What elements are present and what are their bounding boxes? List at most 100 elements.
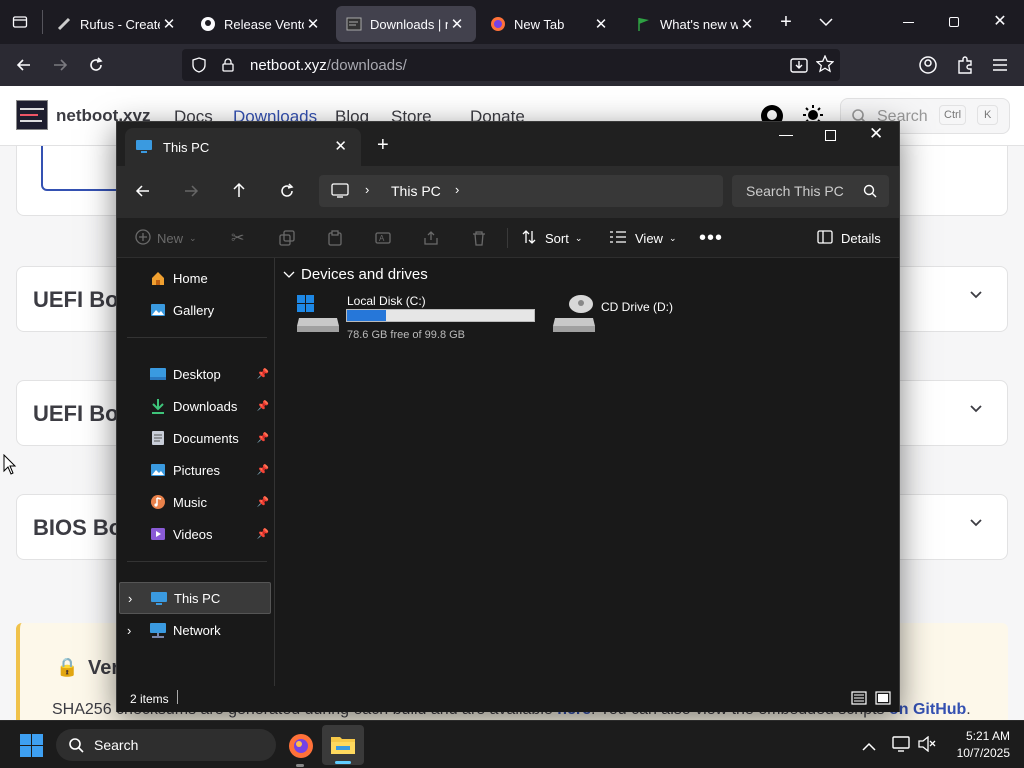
file-explorer-taskbar-icon[interactable] [322, 725, 364, 765]
sidebar-item-music[interactable]: Music 📌 [125, 486, 271, 518]
details-pane-icon [817, 229, 833, 247]
new-button[interactable]: New ⌄ [135, 218, 197, 258]
delete-icon[interactable] [471, 218, 487, 258]
sidebar-item-this-pc[interactable]: › This PC [119, 582, 271, 614]
browser-tab-bar: Rufus - Create b ✕ Release Ventoy ✕ Down… [0, 0, 1024, 44]
tab-list-icon[interactable] [6, 8, 34, 36]
minimize-icon[interactable] [779, 135, 793, 136]
firefox-taskbar-icon[interactable] [288, 733, 314, 764]
address-bar[interactable]: › This PC › [319, 175, 723, 207]
bookmark-star-icon[interactable] [815, 54, 835, 77]
shield-icon[interactable] [190, 57, 208, 73]
explorer-tab[interactable]: This PC ✕ [125, 128, 361, 166]
close-tab-icon[interactable]: ✕ [334, 137, 347, 155]
clock-date[interactable]: 10/7/2025 [940, 746, 1010, 760]
tab-downloads[interactable]: Downloads | net ✕ [336, 6, 476, 42]
pin-icon[interactable]: 📌 [257, 529, 269, 540]
refresh-icon[interactable] [279, 183, 295, 204]
new-tab-icon[interactable]: + [774, 10, 798, 34]
close-icon[interactable]: ✕ [592, 15, 610, 33]
save-page-icon[interactable] [790, 56, 808, 78]
extensions-icon[interactable] [955, 55, 975, 75]
copy-icon[interactable] [279, 218, 295, 258]
volume-muted-icon[interactable] [918, 735, 936, 757]
paste-icon[interactable] [327, 218, 343, 258]
close-icon[interactable]: ✕ [869, 124, 883, 144]
taskbar-search[interactable]: Search [56, 729, 276, 761]
explorer-address-row: › This PC › Search This PC [117, 166, 899, 218]
rename-icon[interactable]: A [375, 218, 391, 258]
back-icon[interactable] [6, 47, 42, 83]
tiles-view-icon[interactable] [875, 691, 891, 708]
up-icon[interactable] [231, 182, 247, 203]
chevron-down-icon: ⌄ [189, 232, 197, 243]
explorer-search[interactable]: Search This PC [732, 175, 889, 207]
maximize-icon[interactable] [942, 12, 966, 32]
chevron-down-icon [969, 401, 983, 419]
view-button[interactable]: View ⌄ [609, 218, 677, 258]
sidebar-item-downloads[interactable]: Downloads 📌 [125, 390, 271, 422]
details-button[interactable]: Details [817, 218, 881, 258]
close-icon[interactable]: ✕ [738, 15, 756, 33]
back-icon[interactable] [135, 183, 151, 204]
chevron-right-icon[interactable]: › [128, 591, 132, 606]
forward-icon[interactable] [183, 183, 199, 204]
sidebar-item-gallery[interactable]: Gallery [125, 294, 271, 326]
tab-rufus[interactable]: Rufus - Create b ✕ [46, 6, 188, 42]
chevron-right-icon[interactable]: › [127, 623, 131, 638]
clock-time[interactable]: 5:21 AM [950, 729, 1010, 743]
close-icon[interactable]: ✕ [448, 15, 466, 33]
menu-icon[interactable] [991, 56, 1009, 74]
account-icon[interactable] [918, 55, 938, 75]
disk-usage-fill [347, 310, 387, 321]
more-options-icon[interactable]: ••• [699, 218, 723, 258]
sidebar-item-documents[interactable]: Documents 📌 [125, 422, 271, 454]
pin-icon[interactable]: 📌 [257, 369, 269, 380]
share-icon[interactable] [423, 218, 439, 258]
sidebar-item-desktop[interactable]: Desktop 📌 [125, 358, 271, 390]
drive-d[interactable]: CD Drive (D:) [551, 292, 701, 342]
sidebar-item-home[interactable]: Home [125, 262, 271, 294]
chevron-right-icon[interactable]: › [365, 182, 369, 197]
network-status-icon[interactable] [892, 735, 912, 758]
close-window-icon[interactable]: ✕ [988, 10, 1012, 34]
tab-label: Release Ventoy [224, 16, 304, 32]
url-path: /downloads/ [326, 56, 407, 74]
lock-icon[interactable] [220, 58, 236, 72]
tab-whats-new[interactable]: What's new with ✕ [626, 6, 766, 42]
sidebar-item-network[interactable]: › Network [125, 614, 271, 646]
tab-new-tab[interactable]: New Tab ✕ [480, 6, 620, 42]
pin-icon[interactable]: 📌 [257, 465, 269, 476]
sort-icon [521, 229, 537, 248]
sidebar-item-videos[interactable]: Videos 📌 [125, 518, 271, 550]
github-link[interactable]: on GitHub [889, 701, 966, 718]
cut-icon[interactable]: ✂ [231, 218, 244, 258]
start-icon[interactable] [20, 734, 44, 763]
section-header[interactable]: Devices and drives [283, 266, 428, 283]
chevron-down-icon [969, 515, 983, 533]
pin-icon[interactable]: 📌 [257, 433, 269, 444]
new-tab-icon[interactable]: + [377, 134, 389, 157]
breadcrumb[interactable]: This PC [391, 183, 441, 199]
lock-icon: 🔒 [56, 657, 79, 677]
details-view-icon[interactable] [851, 691, 867, 708]
sidebar-item-pictures[interactable]: Pictures 📌 [125, 454, 271, 486]
pin-icon[interactable]: 📌 [257, 401, 269, 412]
close-icon[interactable]: ✕ [304, 15, 322, 33]
minimize-icon[interactable] [896, 12, 920, 32]
close-icon[interactable]: ✕ [160, 15, 178, 33]
sort-button[interactable]: Sort ⌄ [521, 218, 582, 258]
chevron-right-icon[interactable]: › [455, 182, 459, 197]
forward-icon[interactable] [42, 47, 78, 83]
tab-ventoy[interactable]: Release Ventoy ✕ [190, 6, 332, 42]
netboot-logo[interactable] [16, 100, 48, 130]
taskbar-search-label: Search [94, 737, 139, 753]
pin-icon[interactable]: 📌 [257, 497, 269, 508]
chevron-down-icon[interactable] [814, 10, 838, 34]
url-bar[interactable]: netboot.xyz/downloads/ [182, 49, 840, 81]
github-icon [200, 16, 216, 32]
maximize-icon[interactable] [825, 130, 836, 141]
chevron-up-icon[interactable] [862, 739, 876, 757]
drive-c[interactable]: Local Disk (C:) 78.6 GB free of 99.8 GB [295, 292, 545, 342]
reload-icon[interactable] [78, 47, 114, 83]
